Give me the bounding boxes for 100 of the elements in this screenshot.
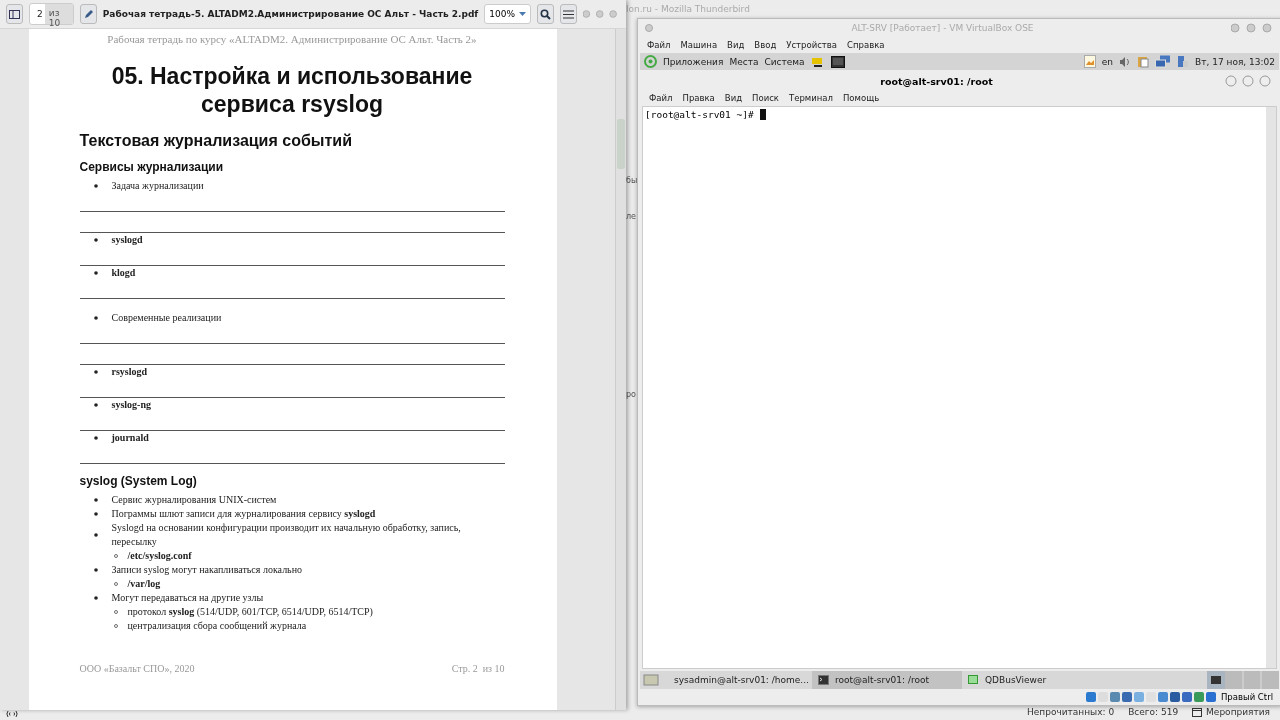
list-item-text: Syslogd на основании конфигурации производит их начальную обработку, запись, пересылку — [111, 521, 462, 549]
keyboard-layout[interactable]: en — [1101, 56, 1114, 67]
window-title: root@alt-srv01: /root — [879, 75, 994, 87]
scrollbar[interactable] — [615, 29, 626, 710]
menu-item[interactable]: Устройства — [786, 40, 838, 50]
events-button[interactable]: Мероприятия — [1206, 707, 1270, 717]
taskbar-item[interactable]: root@alt-srv01: /root — [812, 671, 962, 689]
list-item-text: централизация сбора сообщений журнала — [127, 619, 307, 633]
menu-item[interactable]: Файл — [649, 93, 673, 103]
sub-bullet-icon — [113, 624, 118, 628]
footer-text: ООО «Базальт СПО», 2020 — [79, 663, 195, 674]
shell-prompt: [root@alt-srv01 ~]# — [645, 109, 754, 120]
taskbar-item[interactable]: sysadmin@alt-srv01: /home... — [662, 671, 812, 689]
list-item-text: Могут передаваться на другие узлы — [111, 591, 264, 605]
list-item-text: Пограммы шлют записи для журналирования сервису syslogd — [111, 507, 376, 521]
unread-count: Непрочитанных: 0 — [1027, 707, 1115, 717]
clipboard-icon[interactable] — [1137, 55, 1150, 68]
sub-bullet-icon — [113, 554, 118, 558]
window-title: ALT-SRV [Работает] - VM VirtualBox OSE — [850, 23, 1035, 33]
menu-item[interactable]: Вид — [724, 93, 743, 103]
panel-menu[interactable]: Места — [729, 56, 759, 67]
list-item-text: /var/log — [127, 577, 161, 591]
bullet-icon — [93, 370, 98, 374]
cut-text: ро — [626, 390, 636, 399]
subsection-heading: Сервисы журнализации — [79, 160, 225, 174]
sidebar-icon — [9, 9, 21, 19]
bullet-icon — [93, 568, 98, 572]
document-heading: 05. Настройка и использование сервиса rsyslog — [110, 62, 474, 118]
bullet-icon — [93, 533, 98, 537]
bullet-icon — [93, 238, 98, 242]
window-menu-icon[interactable] — [644, 24, 654, 32]
network-icon[interactable] — [1155, 55, 1172, 68]
search-icon — [540, 8, 552, 20]
menu-item[interactable]: Ввод — [754, 40, 777, 50]
document-title: Рабочая тетрадь-5. ALTADM2.Администрирование ОС Альт - Часть 2.pdf — [102, 9, 479, 19]
bullet-icon — [93, 184, 98, 188]
list-item-text: протокол syslog (514/UDP, 601/TCP, 6514/UDP, 6514/TCP) — [127, 605, 373, 619]
menu-item[interactable]: Поиск — [752, 93, 779, 103]
total-count: Всего: 519 — [1128, 707, 1179, 717]
page-count: из 10 — [44, 4, 73, 24]
menu-item[interactable]: Терминал — [789, 93, 833, 103]
list-item-text: rsyslogd — [111, 365, 148, 379]
menu-button[interactable] — [560, 4, 578, 24]
wireless-icon — [6, 710, 18, 718]
menu-item[interactable]: Помощь — [842, 93, 880, 103]
page-label: Стр. 2 — [451, 663, 478, 674]
bullet-icon — [93, 271, 98, 275]
list-item-text: Сервис журналирования UNIX-систем — [111, 493, 277, 507]
bullet-icon — [93, 436, 98, 440]
list-item-text: Задача журнализации — [111, 179, 204, 193]
menu-item[interactable]: Правка — [682, 93, 715, 103]
bullet-icon — [93, 316, 98, 320]
pencil-icon — [82, 8, 94, 20]
window-icon — [968, 675, 979, 685]
calendar-icon — [1192, 707, 1203, 717]
bullet-icon — [93, 403, 98, 407]
menu-item[interactable]: Справка — [847, 40, 885, 50]
bullet-icon — [93, 498, 98, 502]
sub-bullet-icon — [113, 582, 118, 586]
terminal-area[interactable]: [root@alt-srv01 ~]# — [642, 106, 1277, 669]
panel-menu[interactable]: Система — [764, 56, 805, 67]
list-item-text: Записи syslog могут накапливаться локально — [111, 563, 303, 577]
window-controls-icon[interactable] — [1225, 75, 1271, 87]
window-controls-icon[interactable] — [1231, 23, 1275, 33]
terminal-icon[interactable] — [830, 55, 845, 68]
subsection-heading: syslog (System Log) — [79, 474, 198, 488]
cut-text: бы — [626, 176, 638, 185]
list-item-text: Современные реализации — [111, 311, 222, 325]
bullet-icon — [93, 512, 98, 516]
zoom-dropdown[interactable]: 100% — [484, 4, 532, 24]
window-title: lon.ru - Mozilla Thunderbird — [626, 4, 750, 14]
page-total: из 10 — [482, 663, 505, 674]
caret-icon — [519, 12, 527, 16]
running-header: Рабочая тетрадь по курсу «ALTADM2. Администрирование ОС Альт. Часть 2» — [106, 33, 478, 45]
panel-menu[interactable]: Приложения — [663, 56, 724, 67]
menu-item[interactable]: Файл — [647, 40, 671, 50]
workspace-switcher-icon[interactable] — [1207, 671, 1279, 689]
list-item-text: klogd — [111, 266, 136, 280]
list-item-text: syslogd — [111, 233, 143, 247]
menu-icon — [563, 9, 575, 19]
list-item-text: /etc/syslog.conf — [127, 549, 192, 563]
menu-item[interactable]: Вид — [727, 40, 745, 50]
text-cursor — [759, 109, 766, 120]
cut-text: ле — [626, 212, 637, 221]
scrollbar[interactable] — [1266, 107, 1276, 668]
clock[interactable]: Вт, 17 ноя, 13:02 — [1195, 56, 1275, 67]
distro-logo-icon — [644, 55, 657, 68]
show-desktop-icon[interactable] — [640, 673, 662, 687]
annotate-button[interactable] — [79, 4, 97, 24]
taskbar-item[interactable]: QDBusViewer — [962, 671, 1112, 689]
page-number-field[interactable]: 2 — [30, 9, 45, 19]
host-key-label: Правый Ctrl — [1220, 692, 1273, 702]
sidebar-toggle-button[interactable] — [6, 4, 24, 24]
list-item-text: syslog-ng — [111, 398, 151, 412]
section-heading: Текстовая журнализация событий — [79, 132, 353, 150]
bullet-icon — [93, 596, 98, 600]
search-button[interactable] — [537, 4, 555, 24]
volume-icon[interactable] — [1119, 55, 1132, 68]
menu-item[interactable]: Машина — [680, 40, 718, 50]
image-icon[interactable] — [1083, 55, 1096, 68]
